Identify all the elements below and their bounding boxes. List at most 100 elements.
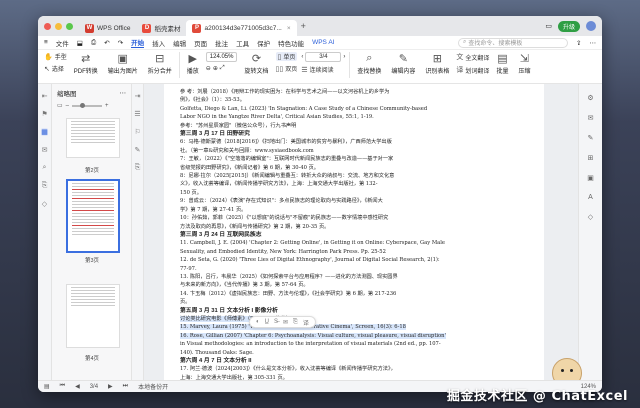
menu-insert[interactable]: 插入 bbox=[152, 38, 165, 48]
zoom-select[interactable]: 124.05% bbox=[205, 52, 238, 62]
command-search-input[interactable]: ⌕ 查找命令、搜索模板 bbox=[458, 37, 569, 48]
close-tab-icon[interactable]: × bbox=[287, 25, 291, 32]
nav-prev-icon[interactable]: ◀ bbox=[75, 383, 80, 390]
shape-icon[interactable]: ◇ bbox=[588, 213, 593, 221]
nav-last-icon[interactable]: ⏭ bbox=[123, 383, 128, 390]
thumb-small-icon[interactable]: – bbox=[66, 103, 69, 109]
image-side-icon[interactable]: ▣ bbox=[587, 174, 594, 182]
status-page[interactable]: 3/4 bbox=[90, 384, 98, 390]
nav-next-icon[interactable]: ▶ bbox=[108, 383, 113, 390]
hand-tool-button[interactable]: ✋ 手型 bbox=[44, 52, 67, 62]
avatar[interactable] bbox=[586, 21, 596, 31]
wps-ai-button[interactable]: WPS AI bbox=[312, 39, 334, 46]
print-icon[interactable]: ⎙ bbox=[91, 39, 96, 47]
underline-icon[interactable]: U̲ bbox=[265, 319, 269, 325]
save-icon[interactable]: ⬓ bbox=[77, 39, 83, 47]
window-layout-icon[interactable]: ▭ bbox=[545, 22, 552, 30]
properties-icon[interactable]: ⚙ bbox=[587, 94, 593, 102]
redo-icon[interactable]: ↷ bbox=[118, 39, 123, 47]
hamburger-icon[interactable]: ≡ bbox=[44, 39, 48, 46]
menu-tools[interactable]: 工具 bbox=[236, 38, 249, 48]
tab-docer[interactable]: D 稻壳素材 bbox=[136, 20, 186, 36]
upgrade-button[interactable]: 升级 bbox=[557, 20, 580, 32]
edit-side-icon[interactable]: ✎ bbox=[588, 134, 594, 142]
ocr-table-button[interactable]: ⊞ 识别表格 bbox=[422, 52, 452, 75]
note-icon[interactable]: ✎ bbox=[135, 146, 141, 154]
sidebar-toggle-icon[interactable]: ▤ bbox=[44, 383, 50, 390]
edit-content-button[interactable]: ✎ 编辑内容 bbox=[388, 52, 418, 75]
single-page-button[interactable]: ▯ 单页 bbox=[275, 52, 298, 61]
thumbnail-more-icon[interactable]: ⋯ bbox=[120, 89, 127, 97]
tab-document[interactable]: P a200134d3e771005d3c7... × bbox=[186, 20, 297, 36]
thumbnail-page-2[interactable] bbox=[66, 118, 120, 158]
clip-icon[interactable]: ⎘ bbox=[135, 164, 141, 172]
prev-page-icon[interactable]: ‹ bbox=[301, 54, 303, 60]
menu-annotate[interactable]: 批注 bbox=[215, 38, 228, 48]
text-line: 讨论类比研究电影《师傅素》（Reluctant的的） bbox=[180, 315, 528, 323]
thumbnail-page-4[interactable] bbox=[66, 284, 120, 348]
zoom-out-icon[interactable]: ⊖ bbox=[206, 65, 211, 72]
nav-first-icon[interactable]: ⏮ bbox=[60, 383, 65, 390]
fit-page-icon[interactable]: ⤢ bbox=[220, 65, 225, 72]
find-replace-button[interactable]: ⌕ 查找替换 bbox=[354, 52, 384, 75]
more-icon[interactable]: ⋯ bbox=[590, 39, 597, 47]
text-icon[interactable]: A bbox=[588, 194, 593, 201]
thumbnail-page-3[interactable] bbox=[66, 179, 120, 253]
export-image-button[interactable]: ▣ 输出为图片 bbox=[105, 52, 141, 75]
tab-wps-office[interactable]: W WPS Office bbox=[79, 20, 136, 36]
watermark: 掘金技术社区 @ ChatExcel bbox=[446, 389, 628, 404]
maximize-window-button[interactable] bbox=[66, 22, 73, 30]
full-translate-button[interactable]: 文全文翻译 bbox=[456, 52, 489, 62]
comment-icon[interactable]: ✉ bbox=[283, 319, 288, 326]
play-icon: ▶ bbox=[188, 53, 198, 65]
rotate-button[interactable]: ⟳ 旋转文档 bbox=[241, 52, 271, 75]
grid-icon[interactable]: ⊞ bbox=[588, 154, 594, 162]
compress-icon: ⇲ bbox=[519, 53, 530, 65]
chat-icon[interactable]: ✉ bbox=[588, 114, 594, 122]
document-area: 参 考：刘展（2018）《用辩工作的现实困为：在科学与艺术之间——以文河谷机上的… bbox=[144, 84, 602, 380]
search-panel-icon[interactable]: ⌕ bbox=[43, 164, 47, 172]
share-icon[interactable]: ⇪ bbox=[576, 39, 581, 47]
play-button[interactable]: ▶ 播放 bbox=[184, 52, 202, 75]
highlight-icon[interactable]: ◐ bbox=[256, 319, 260, 325]
menu-features[interactable]: 特色功能 bbox=[278, 38, 304, 48]
layers-icon[interactable]: ◇ bbox=[42, 200, 47, 208]
continuous-read-button[interactable]: ☰ 连续阅读 bbox=[301, 65, 345, 75]
local-backup-status[interactable]: 本地备份开 bbox=[138, 382, 168, 391]
zoom-in-icon[interactable]: ⊕ bbox=[213, 65, 218, 72]
menu-protect[interactable]: 保护 bbox=[257, 38, 270, 48]
split-merge-button[interactable]: ⊟ 拆分合并 bbox=[145, 52, 175, 75]
word-translate-button[interactable]: 译划词翻译 bbox=[456, 65, 489, 75]
thumbnail-size-slider[interactable] bbox=[72, 102, 103, 108]
menu-file[interactable]: 文件 bbox=[56, 38, 69, 48]
annotate-button[interactable]: ▤ 批量 bbox=[493, 52, 511, 75]
attachment-icon[interactable]: ⎘ bbox=[42, 182, 48, 190]
compress-button[interactable]: ⇲ 压缩 bbox=[515, 52, 533, 75]
thumb-view-icon[interactable]: ▭ bbox=[57, 102, 63, 109]
page-number-input[interactable]: 3/4 bbox=[305, 52, 342, 62]
menu-edit[interactable]: 编辑 bbox=[173, 38, 186, 48]
collapse-panel-icon[interactable]: ⇤ bbox=[42, 92, 48, 100]
menu-page[interactable]: 页面 bbox=[194, 38, 207, 48]
select-tool-button[interactable]: ↖ 选择 bbox=[44, 64, 67, 74]
copy-icon[interactable]: ⎘ bbox=[293, 319, 298, 326]
translate-selection-icon[interactable]: 译 bbox=[303, 318, 309, 327]
thumb-large-icon[interactable]: + bbox=[105, 103, 109, 109]
pdf-page[interactable]: 参 考：刘展（2018）《用辩工作的现实困为：在科学与艺术之间——以文河谷机上的… bbox=[164, 84, 544, 380]
pdf-convert-button[interactable]: ⇄ PDF转换 bbox=[71, 52, 101, 75]
outline-icon[interactable]: ☰ bbox=[134, 110, 140, 118]
double-page-button[interactable]: ▯▯ 双页 bbox=[276, 64, 298, 74]
close-window-button[interactable] bbox=[44, 22, 51, 30]
bookmark-icon[interactable]: ⚑ bbox=[41, 110, 47, 118]
strike-icon[interactable]: S̶ bbox=[274, 319, 278, 325]
comment-icon[interactable]: ✉ bbox=[42, 146, 48, 154]
undo-icon[interactable]: ↶ bbox=[104, 39, 109, 47]
menu-start[interactable]: 开始 bbox=[131, 37, 145, 48]
bookmark-list-icon[interactable]: ⚐ bbox=[134, 128, 140, 136]
minimize-window-button[interactable] bbox=[55, 22, 62, 30]
expand-icon[interactable]: ⇥ bbox=[135, 92, 141, 100]
next-page-icon[interactable]: › bbox=[343, 54, 345, 60]
thumbnail-icon[interactable]: ▦ bbox=[41, 128, 48, 136]
new-tab-icon[interactable]: + bbox=[301, 21, 306, 31]
batch-icon: ▤ bbox=[497, 53, 508, 65]
